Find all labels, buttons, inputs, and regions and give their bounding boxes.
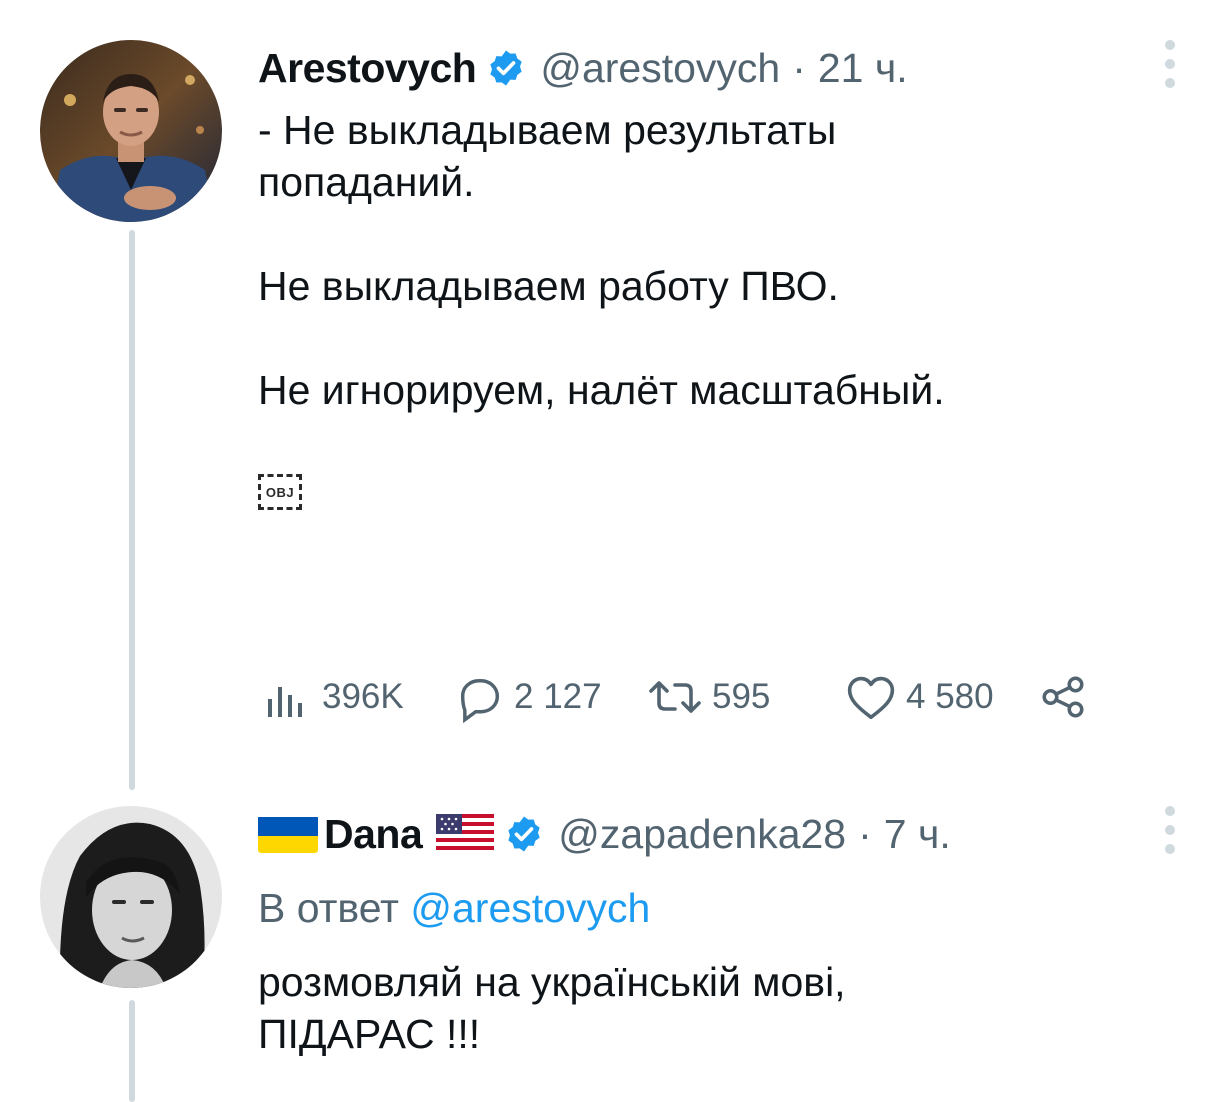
reply-mention-link[interactable]: @arestovych [410,885,650,931]
like-count: 4 580 [906,677,994,716]
timestamp[interactable]: 7 ч. [884,808,951,860]
tweet-header: Dana @zapadenka28 · 7 ч. [258,808,1188,860]
reply-icon [460,679,500,723]
thread-line-bottom [129,1000,135,1102]
retweet-button[interactable]: 595 [646,670,770,724]
action-bar: 396K 2 127 595 4 580 [258,670,1098,724]
us-flag-icon [436,814,495,854]
timestamp[interactable]: 21 ч. [818,42,908,94]
like-button[interactable]: 4 580 [844,670,994,724]
object-placeholder-icon: OBJ [258,474,302,510]
share-icon [1042,676,1084,718]
verified-badge-icon [504,814,544,854]
avatar[interactable] [40,806,222,988]
handle[interactable]: @zapadenka28 [558,808,846,860]
handle[interactable]: @arestovych [540,42,780,94]
tweet-header: Arestovych @arestovych · 21 ч. [258,42,1188,94]
tweet-text: - Не выкладываем результаты попаданий. Н… [258,107,945,413]
tweet-text: розмовляй на українській мові, ПІДАРАС !… [258,959,846,1057]
separator-dot: · [858,811,872,857]
reply-label: В ответ [258,885,399,931]
heart-icon [847,676,895,720]
more-options-icon[interactable] [1164,806,1176,854]
views-button[interactable]: 396K [258,670,404,724]
retweet-icon [649,681,701,713]
display-name[interactable]: Dana [324,808,423,860]
display-name[interactable]: Arestovych [258,42,477,94]
verified-badge-icon [486,48,526,88]
more-options-icon[interactable] [1164,40,1176,88]
reply-count: 2 127 [514,677,602,716]
ukraine-flag-icon [258,815,318,853]
tweet[interactable]: Dana @zapadenka28 · 7 ч. В ответ @aresto… [258,808,1188,1060]
tweet[interactable]: Arestovych @arestovych · 21 ч. - Не выкл… [258,42,1188,510]
views-icon [268,687,302,717]
share-button[interactable] [1038,670,1088,724]
avatar[interactable] [40,40,222,222]
retweet-count: 595 [712,677,771,716]
reply-context: В ответ @arestovych [258,882,1188,934]
reply-button[interactable]: 2 127 [454,670,602,724]
media-placeholder: OBJ [258,474,1188,510]
views-count: 396K [322,677,404,716]
thread-line-top [129,230,135,790]
separator-dot: · [792,45,806,91]
